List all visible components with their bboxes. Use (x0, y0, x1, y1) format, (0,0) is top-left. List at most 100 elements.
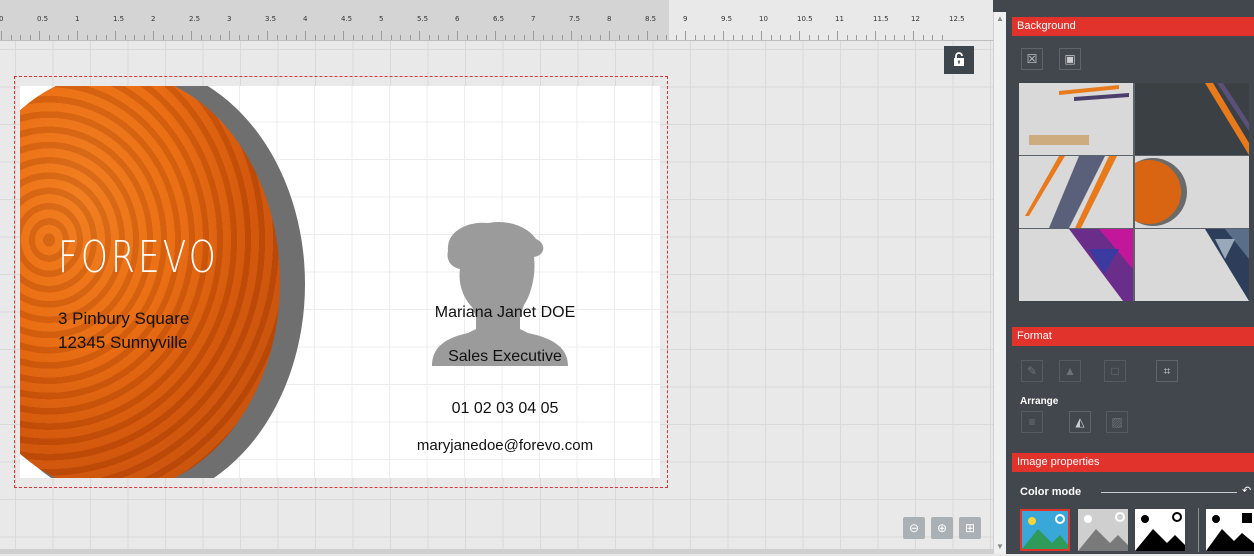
phone-number[interactable]: 01 02 03 04 05 (390, 400, 620, 418)
person-name[interactable]: Mariana Janet DOE (390, 304, 620, 322)
ruler-tick (875, 31, 876, 40)
zoom-in-icon: ⊕ (936, 521, 948, 535)
background-thumbnail[interactable] (1019, 229, 1133, 301)
ruler-tick (599, 35, 601, 40)
ruler-tick (295, 35, 297, 40)
ruler-label: 11.5 (873, 15, 889, 23)
color-mode-color[interactable] (1020, 509, 1070, 551)
background-preview-button[interactable]: ▣ (1059, 48, 1081, 70)
ruler-label: 9 (683, 15, 688, 23)
ruler-label: 2 (151, 15, 156, 23)
background-thumbnail-grid (1019, 83, 1249, 301)
color-mode-black-white[interactable] (1135, 509, 1185, 551)
address-line-1[interactable]: 3 Pinbury Square (58, 309, 189, 329)
background-thumbnail[interactable] (1019, 156, 1133, 228)
ruler-tick (913, 31, 914, 40)
ruler-tick (514, 35, 515, 40)
ruler-label: 9.5 (721, 15, 733, 23)
flip-button[interactable]: ◭ (1069, 411, 1091, 433)
crop-button[interactable]: ⌗ (1156, 360, 1178, 382)
ruler-tick (827, 35, 829, 40)
ruler-label: 10 (759, 15, 768, 23)
ruler-tick (818, 35, 819, 40)
scroll-down-icon[interactable]: ▼ (995, 542, 1005, 552)
ruler-tick (181, 35, 183, 40)
ruler-tick (761, 31, 762, 40)
paint-bucket-button[interactable]: ✎ (1021, 360, 1043, 382)
ruler-tick (352, 35, 354, 40)
horizontal-ruler: 0 0.5 1 1.5 2 2.5 3 3.5 4 4.5 5 5.5 6 6.5 7 7.5 8 8.5 9 9.5… (0, 0, 993, 41)
lock-button[interactable] (944, 46, 974, 74)
border-color-button[interactable]: □ (1104, 360, 1126, 382)
ruler-tick (457, 31, 458, 40)
image-properties-section-header[interactable]: Image properties (1012, 453, 1254, 472)
layer-order-button[interactable]: ▨ (1106, 411, 1128, 433)
ruler-tick (191, 31, 192, 40)
panel-top-strip (993, 0, 1254, 12)
email-address[interactable]: maryjanedoe@forevo.com (390, 437, 620, 454)
fill-color-button[interactable]: ▲ (1059, 360, 1081, 382)
zoom-fit-button[interactable]: ⊞ (959, 517, 981, 539)
reset-icon[interactable]: ↶ (1242, 484, 1251, 497)
background-thumbnail[interactable] (1135, 83, 1249, 155)
ruler-tick (162, 35, 164, 40)
ruler-tick (856, 35, 857, 40)
format-section-header[interactable]: Format (1012, 327, 1254, 346)
ruler-tick (704, 35, 705, 40)
crop-icon: ⌗ (1163, 363, 1171, 378)
zoom-in-button[interactable]: ⊕ (931, 517, 953, 539)
ruler-label: 6 (455, 15, 460, 23)
ruler-tick (314, 35, 316, 40)
remove-background-button[interactable]: ☒ (1021, 48, 1043, 70)
ruler-tick (124, 35, 126, 40)
ruler-tick (267, 31, 268, 40)
ruler-label: 0 (0, 15, 4, 23)
company-logo-text[interactable]: FOREVO (58, 232, 219, 283)
background-thumbnail[interactable] (1135, 156, 1249, 228)
background-thumbnail[interactable] (1135, 229, 1249, 301)
ruler-label: 8 (607, 15, 612, 23)
ruler-tick (485, 35, 487, 40)
business-card[interactable]: FOREVO 3 Pinbury Square 12345 Sunnyville… (20, 86, 660, 478)
ruler-tick (647, 31, 648, 40)
ruler-tick (39, 31, 40, 40)
address-line-2[interactable]: 12345 Sunnyville (58, 333, 187, 353)
fill-color-icon: ▲ (1064, 364, 1076, 378)
ruler-label: 12 (911, 15, 920, 23)
ruler-tick (86, 35, 88, 40)
ruler-label: 5 (379, 15, 384, 23)
vertical-scrollbar[interactable]: ▲ ▼ (993, 12, 1006, 554)
ruler-tick (362, 35, 363, 40)
ruler-tick (200, 35, 202, 40)
color-mode-label: Color mode (1020, 486, 1082, 498)
ruler-tick (837, 31, 838, 40)
border-color-icon: □ (1111, 364, 1119, 378)
avatar-placeholder[interactable] (428, 221, 568, 366)
color-mode-grayscale[interactable] (1078, 509, 1128, 551)
ruler-tick (1, 31, 2, 40)
ruler-tick (248, 35, 249, 40)
scroll-up-icon[interactable]: ▲ (995, 14, 1005, 24)
job-title[interactable]: Sales Executive (390, 348, 620, 366)
ruler-tick (238, 35, 240, 40)
horizontal-scrollbar[interactable] (0, 549, 993, 554)
ruler-label: 4.5 (341, 15, 353, 23)
align-button[interactable]: ≡ (1021, 411, 1043, 433)
ruler-tick (96, 35, 97, 40)
ruler-label: 7.5 (569, 15, 581, 23)
ruler-tick (732, 35, 734, 40)
ruler-tick (780, 35, 781, 40)
zoom-out-button[interactable]: ⊖ (903, 517, 925, 539)
ruler-tick (333, 35, 335, 40)
ruler-tick (799, 31, 800, 40)
ruler-tick (723, 31, 724, 40)
background-thumbnail[interactable] (1019, 83, 1133, 155)
color-mode-threshold[interactable] (1206, 509, 1254, 551)
ruler-tick (58, 35, 59, 40)
ruler-label: 4 (303, 15, 308, 23)
ruler-label: 1 (75, 15, 80, 23)
background-section-header[interactable]: Background (1012, 17, 1254, 36)
ruler-tick (286, 35, 287, 40)
lock-icon (953, 51, 965, 69)
ruler-tick (742, 35, 743, 40)
